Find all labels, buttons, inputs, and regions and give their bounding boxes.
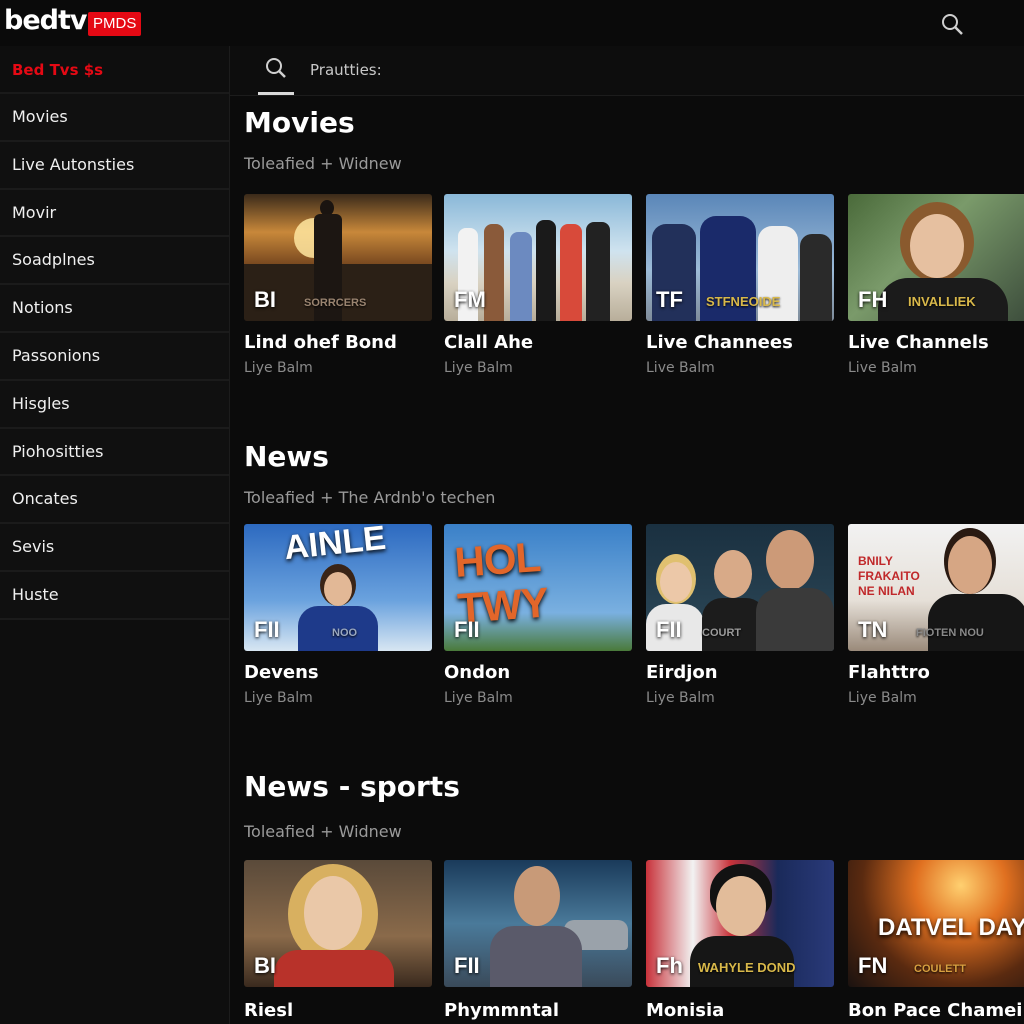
card-thumbnail[interactable]: FII: [444, 860, 632, 987]
card-code: FII: [454, 617, 480, 642]
sidebar-item-sevis[interactable]: Sevis: [0, 524, 229, 572]
card-title[interactable]: Live Channees: [646, 332, 793, 353]
card-title[interactable]: Lind ohef Bond: [244, 332, 397, 353]
sidebar-item-huste[interactable]: Huste: [0, 571, 229, 620]
card-subtitle: Liye Balm: [646, 690, 715, 706]
card-overlay-text: INVALLIEK: [908, 294, 976, 309]
card-overlay-text: NOO: [332, 627, 358, 639]
card-subtitle: Liye Balm: [848, 690, 917, 706]
card-title[interactable]: Riesl: [244, 1000, 293, 1021]
section-title: Movies: [244, 106, 355, 139]
card-code: TF: [656, 287, 683, 312]
app-badge: PMDS: [88, 12, 142, 36]
section-news-sports: News - sports Toleafied + Widnew BI Ries…: [244, 770, 1024, 1024]
sidebar: Bed Tvs $s Movies Live Autonsties Movir …: [0, 46, 230, 1024]
card-overlay-text: WAHYLE DOND: [698, 960, 796, 975]
card-thumbnail[interactable]: AINLE FII NOO: [244, 524, 432, 651]
card-subtitle: Liye Balm: [444, 360, 513, 376]
card-thumbnail[interactable]: HOL TWY FII: [444, 524, 632, 651]
sidebar-item-passonions[interactable]: Passonions: [0, 332, 229, 381]
card-title[interactable]: Clall Ahe: [444, 332, 533, 353]
card-thumbnail[interactable]: BI SORRCERS: [244, 194, 432, 321]
card-title[interactable]: Flahttro: [848, 662, 930, 683]
sidebar-item-live-autonsties[interactable]: Live Autonsties: [0, 141, 229, 190]
card-overlay-text: FIOTEN NOU: [916, 627, 984, 639]
card-title[interactable]: Phymmntal: [444, 1000, 559, 1021]
sidebar-item-soadplnes[interactable]: Soadplnes: [0, 237, 229, 286]
card-code: FII: [454, 953, 480, 978]
card-title[interactable]: Live Channels: [848, 332, 989, 353]
card-thumbnail[interactable]: Fh WAHYLE DOND: [646, 860, 834, 987]
search-icon[interactable]: [940, 12, 966, 38]
card-title[interactable]: Eirdjon: [646, 662, 718, 683]
card-code: BI: [254, 953, 276, 978]
card-overlay-text: SORRCERS: [304, 297, 367, 309]
sidebar-item-movies[interactable]: Movies: [0, 94, 229, 142]
card-overlay-text: COULETT: [914, 963, 966, 975]
sidebar-item-oncates[interactable]: Oncates: [0, 476, 229, 525]
card-thumbnail[interactable]: TF STFNEOIDE: [646, 194, 834, 321]
sidebar-item-hisgles[interactable]: Hisgles: [0, 380, 229, 429]
section-subtitle: Toleafied + The Ardnb'o techen: [244, 488, 496, 507]
card-thumbnail[interactable]: DATVEL DAYL FN COULETT: [848, 860, 1024, 987]
card-subtitle: Liye Balm: [244, 360, 313, 376]
card-code: TN: [858, 617, 888, 642]
main-content: Movies Toleafied + Widnew BI SORRCERS Li…: [230, 46, 1024, 1024]
section-title: News: [244, 440, 329, 473]
card-code: FN: [858, 953, 888, 978]
card-code: FH: [858, 287, 888, 312]
search-input[interactable]: [310, 56, 610, 84]
section-movies: Movies Toleafied + Widnew BI SORRCERS Li…: [244, 106, 1024, 396]
sidebar-item-notions[interactable]: Notions: [0, 285, 229, 333]
sidebar-item-piohositties[interactable]: Piohositties: [0, 428, 229, 477]
card-code: FII: [656, 617, 682, 642]
card-overlay-text: STFNEOIDE: [706, 294, 781, 309]
card-thumbnail[interactable]: FM: [444, 194, 632, 321]
app-logo[interactable]: bedtv: [4, 4, 87, 38]
card-thumbnail[interactable]: BNILY FRAKAITO NE NILAN TN FIOTEN NOU: [848, 524, 1024, 651]
card-title[interactable]: Bon Pace Chameil: [848, 1000, 1024, 1021]
card-thumbnail[interactable]: FH INVALLIEK: [848, 194, 1024, 321]
card-subtitle: Live Balm: [848, 360, 917, 376]
card-thumbnail[interactable]: BI: [244, 860, 432, 987]
sidebar-header[interactable]: Bed Tvs $s: [0, 46, 229, 94]
sidebar-item-movir[interactable]: Movir: [0, 189, 229, 238]
card-subtitle: Liye Balm: [244, 690, 313, 706]
card-row: BI SORRCERS Lind ohef Bond Liye Balm FM …: [244, 194, 1024, 394]
card-title[interactable]: Ondon: [444, 662, 510, 683]
card-row: BI Riesl FII Phymmntal Fh WAHYLE DOND Mo…: [244, 860, 1024, 1024]
card-subtitle: Live Balm: [646, 360, 715, 376]
search-tab-indicator: [258, 92, 294, 95]
section-title: News - sports: [244, 770, 460, 803]
card-row: AINLE FII NOO Devens Liye Balm HOL TWY F…: [244, 524, 1024, 724]
card-code: BI: [254, 287, 276, 312]
section-subtitle: Toleafied + Widnew: [244, 154, 402, 173]
card-overlay-text: COURT: [702, 627, 742, 639]
card-code: Fh: [656, 953, 683, 978]
card-subtitle: Liye Balm: [444, 690, 513, 706]
top-bar: bedtv PMDS: [0, 0, 1024, 46]
card-code: FII: [254, 617, 280, 642]
search-bar: [230, 46, 1024, 96]
card-title[interactable]: Devens: [244, 662, 319, 683]
section-news: News Toleafied + The Ardnb'o techen AINL…: [244, 440, 1024, 740]
section-subtitle: Toleafied + Widnew: [244, 822, 402, 841]
card-thumbnail[interactable]: FII COURT: [646, 524, 834, 651]
card-headline: DATVEL DAYL: [878, 914, 1024, 941]
card-headline: BNILY FRAKAITO NE NILAN: [858, 554, 920, 598]
card-code: FM: [454, 287, 486, 312]
search-icon[interactable]: [264, 56, 290, 82]
card-title[interactable]: Monisia: [646, 1000, 724, 1021]
card-headline: AINLE: [282, 524, 388, 568]
